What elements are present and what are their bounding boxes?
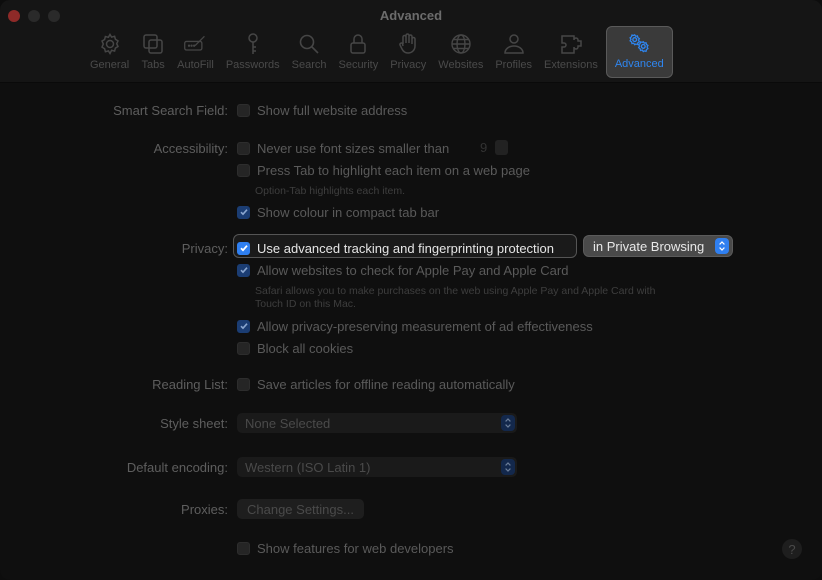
puzzle-icon: [561, 35, 582, 54]
show-full-address-text: Show full website address: [257, 102, 408, 118]
checkmark-icon: [239, 323, 248, 330]
encoding-row: Default encoding: Western (ISO Latin 1): [0, 457, 822, 477]
change-settings-button[interactable]: Change Settings...: [237, 499, 364, 519]
encoding-label: Default encoding:: [126, 459, 228, 475]
tab-security[interactable]: Security: [334, 28, 382, 76]
titlebar: Advanced General Tabs AutoFill Passwords…: [0, 0, 822, 83]
accessibility-font-row: Accessibility: Never use font sizes smal…: [0, 138, 822, 158]
smart-search-row: Smart Search Field: Show full website ad…: [0, 100, 822, 120]
style-sheet-label: Style sheet:: [160, 415, 228, 431]
checkmark-icon: [239, 209, 248, 216]
accessibility-tab-row: Press Tab to highlight each item on a we…: [0, 160, 822, 180]
globe-icon: [451, 34, 471, 54]
ad-measurement-text: Allow privacy-preserving measurement of …: [257, 318, 593, 334]
press-tab-text: Press Tab to highlight each item on a we…: [257, 162, 530, 178]
chevron-updown-icon: [501, 459, 515, 475]
apple-pay-note-2: Touch ID on this Mac.: [255, 298, 356, 310]
min-font-size-dropdown[interactable]: [495, 139, 509, 155]
tab-advanced[interactable]: Advanced: [605, 26, 673, 78]
proxies-label: Proxies:: [181, 501, 228, 517]
window-title: Advanced: [379, 8, 443, 23]
tabs-icon: [143, 34, 163, 54]
tracking-protection-checkbox[interactable]: [237, 241, 250, 255]
encoding-select[interactable]: Western (ISO Latin 1): [237, 457, 517, 477]
apple-pay-checkbox[interactable]: [237, 263, 250, 277]
hand-icon: [399, 33, 417, 54]
lock-icon: [350, 34, 367, 54]
tab-autofill[interactable]: AutoFill: [173, 28, 218, 76]
person-icon: [503, 34, 524, 54]
web-developer-text: Show features for web developers: [257, 540, 454, 556]
min-font-size-checkbox[interactable]: [237, 141, 250, 155]
safari-settings-window: Advanced General Tabs AutoFill Passwords…: [0, 0, 822, 580]
web-developer-checkbox[interactable]: [237, 541, 250, 555]
style-sheet-select[interactable]: None Selected: [237, 413, 517, 433]
apple-pay-text: Allow websites to check for Apple Pay an…: [257, 262, 569, 278]
min-font-size-value: 9: [480, 139, 488, 155]
min-font-size-text: Never use font sizes smaller than: [257, 140, 450, 156]
encoding-value: Western (ISO Latin 1): [245, 459, 371, 475]
min-font-size-select[interactable]: 9: [470, 138, 512, 156]
tracking-scope-value: in Private Browsing: [593, 238, 705, 254]
privacy-cookies-row: Block all cookies: [0, 338, 822, 358]
show-colour-checkbox[interactable]: [237, 205, 250, 219]
style-sheet-row: Style sheet: None Selected: [0, 413, 822, 433]
tab-general[interactable]: General: [86, 28, 133, 76]
save-articles-checkbox[interactable]: [237, 377, 250, 391]
tab-profiles[interactable]: Profiles: [491, 28, 536, 76]
checkmark-icon: [239, 267, 248, 274]
search-icon: [299, 34, 319, 54]
tab-passwords[interactable]: Passwords: [222, 28, 284, 76]
gear-icon: [100, 33, 119, 56]
privacy-label: Privacy:: [181, 240, 228, 256]
tracking-scope-popup[interactable]: in Private Browsing: [583, 235, 733, 257]
autofill-icon: [184, 35, 206, 51]
tab-websites[interactable]: Websites: [434, 28, 487, 76]
save-articles-text: Save articles for offline reading automa…: [257, 376, 515, 392]
help-button[interactable]: ?: [782, 539, 802, 559]
show-colour-text: Show colour in compact tab bar: [257, 204, 440, 220]
accessibility-label: Accessibility:: [153, 140, 228, 156]
settings-toolbar: General Tabs AutoFill Passwords Search S…: [84, 26, 675, 78]
tracking-protection-text: Use advanced tracking and fingerprinting…: [257, 240, 555, 256]
key-icon: [247, 33, 258, 54]
show-full-address-checkbox[interactable]: [237, 103, 250, 117]
reading-list-label: Reading List:: [152, 376, 228, 392]
style-sheet-value: None Selected: [245, 415, 331, 431]
apple-pay-note-1: Safari allows you to make purchases on t…: [255, 285, 656, 297]
advanced-settings-pane: Smart Search Field: Show full website ad…: [0, 82, 822, 580]
smart-search-label: Smart Search Field:: [113, 102, 228, 118]
privacy-applepay-row: Allow websites to check for Apple Pay an…: [0, 260, 822, 280]
tab-search[interactable]: Search: [288, 28, 331, 76]
tab-privacy[interactable]: Privacy: [386, 28, 430, 76]
block-cookies-text: Block all cookies: [257, 340, 354, 356]
privacy-tracking-row: Privacy: Use advanced tracking and finge…: [0, 234, 822, 258]
option-tab-note: Option-Tab highlights each item.: [255, 185, 405, 197]
ad-measurement-checkbox[interactable]: [237, 319, 250, 333]
tab-tabs[interactable]: Tabs: [137, 28, 169, 76]
tab-extensions[interactable]: Extensions: [540, 28, 602, 76]
developer-row: Show features for web developers: [0, 538, 822, 558]
reading-list-row: Reading List: Save articles for offline …: [0, 374, 822, 394]
accessibility-colour-row: Show colour in compact tab bar: [0, 202, 822, 222]
chevron-updown-icon: [715, 238, 729, 254]
chevron-updown-icon: [501, 415, 515, 431]
press-tab-checkbox[interactable]: [237, 163, 250, 177]
privacy-ad-row: Allow privacy-preserving measurement of …: [0, 316, 822, 336]
checkmark-icon: [239, 245, 248, 252]
proxies-row: Proxies: Change Settings...: [0, 499, 822, 519]
gears-icon: [629, 34, 650, 53]
block-cookies-checkbox[interactable]: [237, 341, 250, 355]
